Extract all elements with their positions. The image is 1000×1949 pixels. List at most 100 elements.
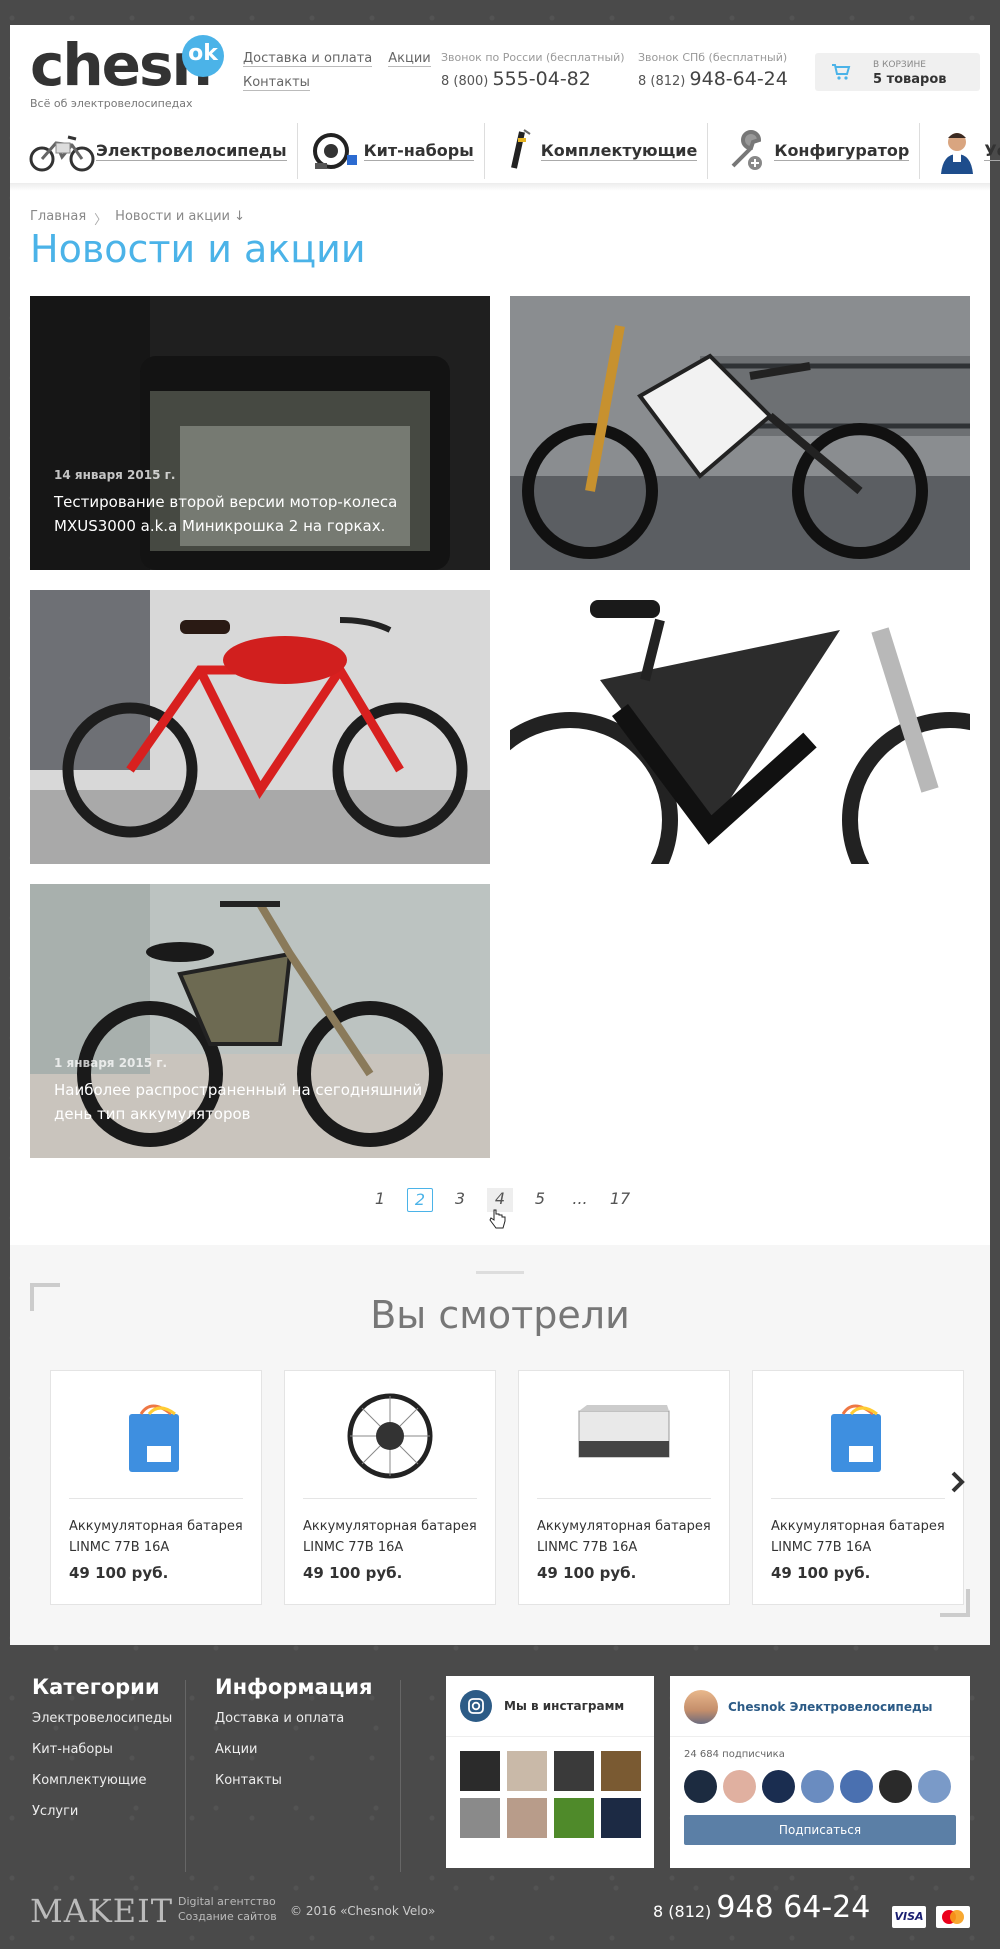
instagram-photo[interactable] xyxy=(460,1798,500,1838)
breadcrumb-current[interactable]: Новости и акции ↓ xyxy=(115,209,245,228)
page-2-current[interactable]: 2 xyxy=(407,1188,433,1212)
avatar[interactable] xyxy=(762,1770,795,1803)
product-card[interactable]: Аккумуляторная батарея LINMC 77B 16A 49 … xyxy=(752,1370,964,1605)
breadcrumb-separator: 〉 xyxy=(94,213,108,228)
logo-badge: ok xyxy=(182,35,224,77)
footer-link[interactable]: Контакты xyxy=(215,1773,372,1788)
link-contacts[interactable]: Контакты xyxy=(243,75,310,91)
footer-link[interactable]: Доставка и оплата xyxy=(215,1711,372,1726)
section-dash xyxy=(476,1271,524,1274)
nav-item-services[interactable]: Услуги xyxy=(930,123,1000,179)
phone-russia-number[interactable]: 8 (800) 555-04-82 xyxy=(441,68,625,90)
instagram-icon[interactable] xyxy=(460,1690,492,1722)
instagram-photo[interactable] xyxy=(554,1798,594,1838)
instagram-photo[interactable] xyxy=(601,1798,641,1838)
makeit-logo[interactable]: MAKEIT xyxy=(30,1892,173,1930)
footer-categories-title: Категории xyxy=(32,1675,160,1699)
makeit-tagline: Digital агентство Создание сайтов xyxy=(178,1894,277,1924)
nav-item-ebikes[interactable]: Электровелосипеды xyxy=(28,123,298,179)
breadcrumb-home[interactable]: Главная xyxy=(30,209,86,228)
vk-subscriber-avatars xyxy=(670,1766,970,1811)
copyright: © 2016 «Chesnok Velo» xyxy=(290,1904,436,1918)
footer-categories: Категории Электровелосипеды Кит-наборы К… xyxy=(32,1675,172,1835)
phone-russia-code: 8 (800) xyxy=(441,74,489,89)
main-nav: Электровелосипеды Кит-наборы Комплектующ… xyxy=(28,123,1000,179)
news-card-4[interactable] xyxy=(510,590,970,864)
news-caption[interactable]: Тестирование второй версии мотор-колеса … xyxy=(54,490,450,538)
product-name[interactable]: Аккумуляторная батарея LINMC 77B 16A xyxy=(771,1516,953,1558)
product-name[interactable]: Аккумуляторная батарея LINMC 77B 16A xyxy=(537,1516,719,1558)
avatar[interactable] xyxy=(918,1770,951,1803)
avatar[interactable] xyxy=(723,1770,756,1803)
nav-label-ebikes: Электровелосипеды xyxy=(96,141,287,161)
link-promos[interactable]: Акции xyxy=(388,51,431,67)
page-17[interactable]: 17 xyxy=(607,1188,633,1212)
product-name[interactable]: Аккумуляторная батарея LINMC 77B 16A xyxy=(69,1516,251,1558)
instagram-photo[interactable] xyxy=(601,1751,641,1791)
page-container: chesn ok Всё об электровелосипедах Доста… xyxy=(10,25,1000,1645)
cart-button[interactable]: в корзине 5 товаров xyxy=(815,53,980,91)
instagram-photo[interactable] xyxy=(554,1751,594,1791)
page-1[interactable]: 1 xyxy=(367,1188,393,1212)
hand-cursor-icon xyxy=(488,1208,506,1234)
news-card-1[interactable]: 14 января 2015 г. Тестирование второй ве… xyxy=(30,296,490,570)
instagram-photos xyxy=(446,1737,654,1852)
avatar[interactable] xyxy=(840,1770,873,1803)
footer-divider xyxy=(185,1680,186,1872)
footer-link[interactable]: Комплектующие xyxy=(32,1773,172,1788)
footer-link[interactable]: Электровелосипеды xyxy=(32,1711,172,1726)
vk-group-avatar[interactable] xyxy=(684,1690,718,1724)
phone-russia-digits: 555-04-82 xyxy=(492,68,591,90)
nav-item-kits[interactable]: Кит-наборы xyxy=(308,123,485,179)
link-delivery[interactable]: Доставка и оплата xyxy=(243,51,373,67)
footer-phone[interactable]: 8 (812) 948 64-24 xyxy=(653,1890,870,1925)
avatar[interactable] xyxy=(879,1770,912,1803)
page-title: Новости и акции xyxy=(30,227,366,271)
instagram-photo[interactable] xyxy=(460,1751,500,1791)
instagram-photo[interactable] xyxy=(507,1751,547,1791)
nav-item-configurator[interactable]: Конфигуратор xyxy=(718,123,921,179)
bottom-bar: MAKEIT Digital агентство Создание сайтов… xyxy=(0,1880,1000,1940)
nav-label-kits: Кит-наборы xyxy=(363,141,474,161)
product-price: 49 100 руб. xyxy=(69,1564,169,1582)
product-price: 49 100 руб. xyxy=(537,1564,637,1582)
vk-group-name[interactable]: Chesnok Электровелосипеды xyxy=(728,1700,933,1714)
footer-link[interactable]: Акции xyxy=(215,1742,372,1757)
news-date: 1 января 2015 г. xyxy=(54,1056,168,1070)
news-card-3[interactable] xyxy=(30,590,490,864)
cart-count: 5 товаров xyxy=(873,72,947,87)
product-name[interactable]: Аккумуляторная батарея LINMC 77B 16A xyxy=(303,1516,485,1558)
viewed-title: Вы смотрели xyxy=(370,1293,630,1337)
page-5[interactable]: 5 xyxy=(527,1188,553,1212)
vk-widget: Chesnok Электровелосипеды 24 684 подписч… xyxy=(670,1676,970,1868)
logo[interactable]: chesn ok xyxy=(30,33,224,97)
phone-spb-number[interactable]: 8 (812) 948-64-24 xyxy=(638,68,788,90)
nav-label-services: Услуги xyxy=(984,141,1000,161)
carousel-next-arrow-icon[interactable] xyxy=(950,1470,966,1501)
phone-spb-digits: 948-64-24 xyxy=(689,68,788,90)
footer-link[interactable]: Кит-наборы xyxy=(32,1742,172,1757)
vk-subscribe-button[interactable]: Подписаться xyxy=(684,1815,956,1845)
battery-image xyxy=(51,1381,261,1491)
product-card[interactable]: Аккумуляторная батарея LINMC 77B 16A 49 … xyxy=(284,1370,496,1605)
wheel-kit-icon xyxy=(308,127,364,175)
news-image-black-mtb xyxy=(510,590,970,864)
footer-link[interactable]: Услуги xyxy=(32,1804,172,1819)
instagram-title: Мы в инстаграмм xyxy=(504,1699,625,1713)
avatar[interactable] xyxy=(684,1770,717,1803)
news-card-2[interactable] xyxy=(510,296,970,570)
divider xyxy=(537,1498,711,1499)
wrench-icon xyxy=(718,127,774,175)
vk-subscribers: 24 684 подписчика xyxy=(684,1749,785,1760)
nav-item-components[interactable]: Комплектующие xyxy=(495,123,709,179)
news-image-white-ebike xyxy=(510,296,970,570)
product-card[interactable]: Аккумуляторная батарея LINMC 77B 16A 49 … xyxy=(50,1370,262,1605)
footer-info-title: Информация xyxy=(215,1675,373,1699)
page-3[interactable]: 3 xyxy=(447,1188,473,1212)
news-card-5[interactable]: 1 января 2015 г. Наиболее распространенн… xyxy=(30,884,490,1158)
instagram-photo[interactable] xyxy=(507,1798,547,1838)
makeit-tagline-line2: Создание сайтов xyxy=(178,1910,277,1923)
news-caption[interactable]: Наиболее распространенный на сегодняшний… xyxy=(54,1078,450,1126)
avatar[interactable] xyxy=(801,1770,834,1803)
product-card[interactable]: Аккумуляторная батарея LINMC 77B 16A 49 … xyxy=(518,1370,730,1605)
